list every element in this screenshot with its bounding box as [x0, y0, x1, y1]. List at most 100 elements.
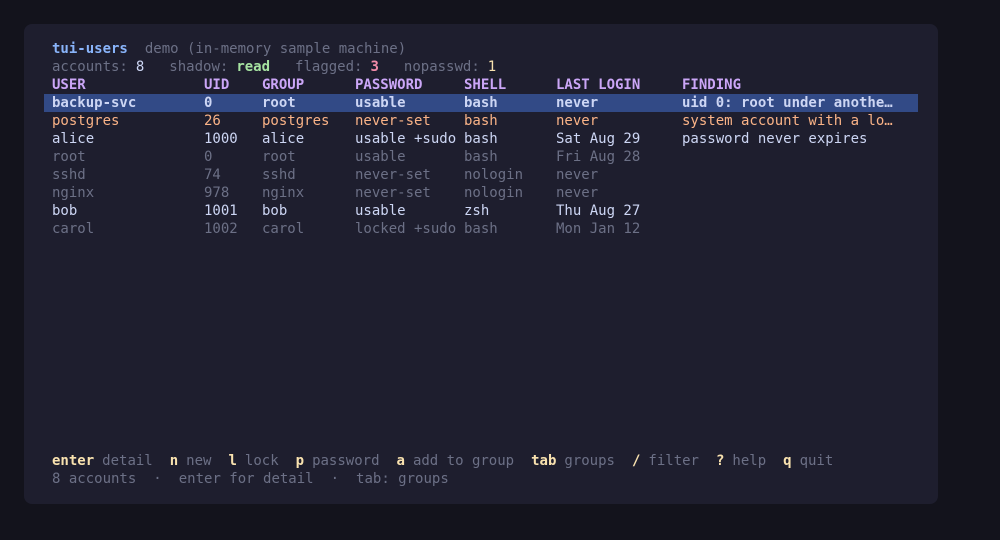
cell-last-login: never — [556, 167, 599, 183]
keybind-bar: enter detail n new l lock p password a add to gro… — [52, 452, 833, 470]
keybind-groups[interactable]: tab groups — [531, 453, 615, 469]
cell-shell: zsh — [464, 203, 490, 219]
cell-uid: 1001 — [204, 203, 238, 219]
column-header-finding: FINDING — [682, 77, 742, 93]
cell-last-login: never — [556, 113, 599, 129]
keybind-lock[interactable]: l lock — [228, 453, 278, 469]
cell-finding: system account with a login shell — [682, 113, 896, 129]
cell-password: never-set — [355, 113, 431, 129]
cell-group: carol — [262, 221, 305, 237]
cell-uid: 1002 — [204, 221, 238, 237]
key-label: tab — [531, 453, 557, 469]
terminal-window: tui-users demo (in-memory sample machine)… — [24, 24, 938, 504]
key-label: n — [169, 453, 179, 469]
column-header-last-login: LAST LOGIN — [556, 77, 641, 93]
table-row-root[interactable]: root 0 root usable bash Fri Aug 28 — [44, 148, 918, 166]
cell-user: alice — [52, 131, 95, 147]
table-row-carol[interactable]: carol 1002 carol locked +sudo bash Mon J… — [44, 220, 918, 238]
key-action: filter — [648, 453, 699, 469]
table-row-nginx[interactable]: nginx 978 nginx never-set nologin never — [44, 184, 918, 202]
title-line: tui-users demo (in-memory sample machine) — [52, 40, 406, 58]
column-header-group: GROUP — [262, 77, 305, 93]
table-row-postgres[interactable]: postgres 26 postgres never-set bash neve… — [44, 112, 918, 130]
cell-last-login: Thu Aug 27 — [556, 203, 641, 219]
cell-shell: bash — [464, 221, 498, 237]
key-action: password — [312, 453, 380, 469]
cell-uid: 0 — [204, 149, 213, 165]
key-label: l — [228, 453, 237, 469]
flagged-count: 3 — [370, 59, 379, 75]
app-name: tui-users — [52, 41, 128, 57]
accounts-count: 8 — [135, 59, 145, 75]
cell-password: usable — [355, 149, 406, 165]
status-hint-detail: enter for detail — [178, 471, 314, 487]
cell-group: postgres — [262, 113, 330, 129]
cell-group: root — [262, 149, 296, 165]
key-action: new — [186, 453, 212, 469]
table-row-backup-svc[interactable]: backup-svc 0 root usable bash never uid … — [44, 94, 918, 112]
table-header: USER UID GROUP PASSWORD SHELL LAST LOGIN… — [44, 76, 918, 94]
keybind-quit[interactable]: q quit — [783, 453, 833, 469]
keybind-password[interactable]: p password — [296, 453, 380, 469]
cell-user: nginx — [52, 185, 95, 201]
cell-shell: bash — [464, 131, 498, 147]
cell-user: carol — [52, 221, 95, 237]
cell-uid: 0 — [204, 95, 213, 111]
key-label: enter — [52, 453, 95, 469]
cell-group: sshd — [262, 167, 296, 183]
key-label: ? — [715, 453, 725, 469]
key-action: help — [732, 453, 767, 469]
cell-finding: password never expires — [682, 131, 868, 147]
cell-shell: bash — [464, 95, 498, 111]
status-separator: · — [153, 471, 162, 487]
column-header-shell: SHELL — [464, 77, 507, 93]
cell-user: backup-svc — [52, 95, 137, 111]
cell-shell: bash — [464, 113, 498, 129]
app-subtitle: demo (in-memory sample machine) — [144, 41, 407, 57]
cell-password: usable — [355, 203, 406, 219]
keybind-new[interactable]: n new — [170, 453, 212, 469]
keybind-enter[interactable]: enter detail — [52, 453, 153, 469]
key-label: q — [783, 453, 792, 469]
nopasswd-label: nopasswd: — [403, 59, 480, 75]
cell-shell: bash — [464, 149, 498, 165]
cell-uid: 74 — [204, 167, 221, 183]
shadow-status: read — [236, 59, 271, 75]
status-separator: · — [330, 471, 340, 487]
column-header-user: USER — [52, 77, 86, 93]
cell-user: bob — [52, 203, 78, 219]
accounts-label: accounts: — [52, 59, 128, 75]
table-row-sshd[interactable]: sshd 74 sshd never-set nologin never — [44, 166, 918, 184]
status-line: 8 accounts · enter for detail · tab: groups — [52, 470, 449, 488]
cell-last-login: Sat Aug 29 — [556, 131, 641, 147]
cell-user: postgres — [52, 113, 120, 129]
key-action: lock — [244, 453, 279, 469]
cell-user: sshd — [52, 167, 86, 183]
key-label: a — [396, 453, 405, 469]
cell-last-login: Mon Jan 12 — [556, 221, 641, 237]
cell-password: locked +sudo — [355, 221, 457, 237]
table-row-alice[interactable]: alice 1000 alice usable +sudo bash Sat A… — [44, 130, 918, 148]
table-row-bob[interactable]: bob 1001 bob usable zsh Thu Aug 27 — [44, 202, 918, 220]
shadow-label: shadow: — [169, 59, 229, 75]
keybind-help[interactable]: ? help — [716, 453, 766, 469]
cell-password: usable — [355, 95, 406, 111]
key-action: add to group — [412, 453, 515, 469]
cell-group: bob — [262, 203, 288, 219]
cell-shell: nologin — [464, 167, 524, 183]
cell-group: root — [262, 95, 296, 111]
cell-user: root — [52, 149, 86, 165]
cell-uid: 26 — [204, 113, 221, 129]
flagged-label: flagged: — [295, 59, 363, 75]
keybind-filter[interactable]: / filter — [632, 453, 699, 469]
cell-uid: 1000 — [204, 131, 238, 147]
cell-finding: uid 0: root under another name — [682, 95, 896, 111]
column-header-password: PASSWORD — [355, 77, 423, 93]
key-action: quit — [799, 453, 834, 469]
keybind-add-to-group[interactable]: a add to group — [397, 453, 515, 469]
status-hint-groups: tab: groups — [356, 471, 449, 487]
cell-group: alice — [262, 131, 305, 147]
cell-last-login: Fri Aug 28 — [556, 149, 641, 165]
nopasswd-count: 1 — [487, 59, 497, 75]
key-label: p — [295, 453, 305, 469]
